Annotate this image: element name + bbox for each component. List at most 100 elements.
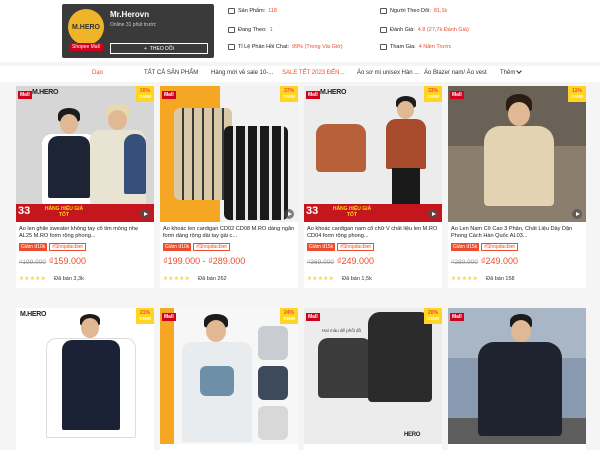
product-title[interactable]: Áo khoác cardigan nam cổ chữ V chất liệu… <box>307 226 439 240</box>
nav-more[interactable]: Thêm <box>500 68 523 76</box>
stat-response-rate: Tỉ Lệ Phản Hồi Chat: 99% (Trong Vài Giờ) <box>228 44 343 50</box>
play-video-icon[interactable] <box>572 209 582 219</box>
promo-banner: 33 HÀNG HIỆU GIÁ TỐT <box>16 204 154 222</box>
stat-products: Sản Phẩm: 118 <box>228 8 277 14</box>
product-image[interactable]: Mall 11% GIẢM <box>448 86 586 222</box>
sale-price: ₫249.000 <box>480 256 518 266</box>
shop-name[interactable]: Mr.Herovn <box>110 10 149 19</box>
play-video-icon[interactable] <box>284 209 294 219</box>
product-title[interactable]: Áo khoác len cardigan CD02 CD08 M.RO dán… <box>163 226 295 240</box>
model-figure <box>382 96 430 208</box>
store-icon <box>228 8 235 14</box>
product-card[interactable]: Mall M.HERO 20% GIẢM 33 HÀNG HIỆU GIÁ TỐT <box>16 86 154 288</box>
star-rating-icon: ★★★★★ <box>163 276 191 282</box>
star-rating-icon: ★★★★★ <box>307 276 335 282</box>
discount-badge: 24% GIẢM <box>280 308 298 324</box>
nav-shirts[interactable]: Áo sơ mi unisex Hàn ... <box>357 70 419 76</box>
cardigan-black <box>224 126 288 220</box>
discount-badge: 11% GIẢM <box>568 86 586 102</box>
nav-tet-sale[interactable]: SALE TẾT 2023 ĐẾN... <box>282 70 344 76</box>
nav-all-products[interactable]: TẤT CẢ SẢN PHẨM <box>144 70 198 76</box>
mall-badge: Mall <box>162 313 176 321</box>
chevron-down-icon <box>516 68 523 74</box>
cardigan-rust <box>316 124 366 172</box>
star-rating-icon: ★★★★★ <box>451 276 479 282</box>
product-tags: Giảm đ10k #Shopdacbiet <box>19 243 86 251</box>
shop-header: M.HERO Shopee Mall Mr.Herovn Online 31 p… <box>0 0 600 62</box>
discount-tag: Giảm đ10k <box>163 243 192 251</box>
product-rating: ★★★★★ Đã bán 3,3k <box>19 276 84 282</box>
star-icon <box>380 27 387 33</box>
play-video-icon[interactable] <box>428 209 438 219</box>
product-title[interactable]: Áo len ghile sweater không tay cổ tim mỏ… <box>19 226 151 240</box>
nav-home[interactable]: Dạo <box>92 70 103 76</box>
follow-label: THEO DÕI <box>149 45 175 52</box>
model-figure <box>46 314 136 444</box>
sold-count: Đã bán 158 <box>486 276 515 282</box>
sold-count: Đã bán 262 <box>198 276 227 282</box>
product-card[interactable]: M.HERO 21% GIẢM <box>16 308 154 450</box>
discount-badge: 33% GIẢM <box>424 86 442 102</box>
follow-button[interactable]: + THEO DÕI <box>110 43 208 54</box>
nav-new-sale[interactable]: Hàng mới về sale 10-... <box>211 70 273 76</box>
model-figure <box>88 104 148 208</box>
discount-badge: 37% GIẢM <box>280 86 298 102</box>
product-tags: Giảm đ10k #Shopdacbiet <box>163 243 230 251</box>
model-figure <box>478 314 562 444</box>
product-rating: ★★★★★ Đã bán 158 <box>451 276 515 282</box>
product-card[interactable]: Mall 37% GIẢM Áo khoác len cardigan CD02 … <box>160 86 298 288</box>
shop-tag: #Shopdacbiet <box>481 243 518 251</box>
chat-icon <box>228 44 235 50</box>
shop-logo[interactable]: M.HERO <box>68 9 104 45</box>
price-to: ₫289.000 <box>208 256 246 266</box>
product-price: ₫369.000 ₫249.000 <box>307 256 374 266</box>
product-image[interactable]: Mall M.HERO 20% GIẢM 33 HÀNG HIỆU GIÁ TỐT <box>16 86 154 222</box>
model-figure <box>478 94 558 222</box>
play-video-icon[interactable] <box>140 209 150 219</box>
sale-price: ₫249.000 <box>336 256 374 266</box>
product-title[interactable]: Áo Len Nam Cổ Cao 3 Phân, Chất Liệu Dày … <box>451 226 583 240</box>
original-price: ₫199.000 <box>19 259 46 266</box>
shop-mall-badge: Shopee Mall <box>69 43 103 51</box>
product-image[interactable]: Mall <box>448 308 586 444</box>
discount-badge: 20% GIẢM <box>136 86 154 102</box>
discount-tag: Giảm đ15k <box>307 243 336 251</box>
plus-icon: + <box>143 45 147 52</box>
product-card[interactable]: Mall <box>448 308 586 450</box>
shop-tag: #Shopdacbiet <box>193 243 230 251</box>
product-card[interactable]: Mall 20% GIẢM Hai màu để phối đồ HERO <box>304 308 442 450</box>
followers-icon <box>380 8 387 14</box>
stat-following: Đang Theo: 1 <box>228 27 273 33</box>
product-card[interactable]: Mall M.HERO 33% GIẢM 33 HÀNG HIỆU GIÁ TỐT… <box>304 86 442 288</box>
mall-badge: Mall <box>450 313 464 321</box>
star-rating-icon: ★★★★★ <box>19 276 47 282</box>
product-image[interactable]: Mall 24% GIẢM <box>160 308 298 444</box>
original-price: ₫280.000 <box>451 259 478 266</box>
mall-badge: Mall <box>18 91 32 99</box>
product-image[interactable]: Mall M.HERO 33% GIẢM 33 HÀNG HIỆU GIÁ TỐT <box>304 86 442 222</box>
stat-rating: Đánh Giá: 4.8 (27,7k Đánh Giá) <box>380 27 469 33</box>
discount-badge: 20% GIẢM <box>424 308 442 324</box>
product-image[interactable]: Mall 20% GIẢM Hai màu để phối đồ HERO <box>304 308 442 444</box>
product-tags: Giảm đ15k #Shopdacbiet <box>307 243 374 251</box>
product-rating: ★★★★★ Đã bán 1,5k <box>307 276 372 282</box>
mall-badge: Mall <box>450 91 464 99</box>
promo-banner: 33 HÀNG HIỆU GIÁ TỐT <box>304 204 442 222</box>
stat-joined: Tham Gia: 4 Năm Trước <box>380 44 451 50</box>
product-card[interactable]: Mall 24% GIẢM <box>160 308 298 450</box>
shop-tag: #Shopdacbiet <box>49 243 86 251</box>
shop-online-status: Online 31 phút trước <box>110 22 157 28</box>
sale-price: ₫159.000 <box>48 256 86 266</box>
product-image[interactable]: M.HERO 21% GIẢM <box>16 308 154 444</box>
product-card[interactable]: Mall 11% GIẢM Áo Len Nam Cổ Cao 3 Phân, C… <box>448 86 586 288</box>
stat-followers: Người Theo Dõi: 81,1k <box>380 8 447 14</box>
sold-count: Đã bán 1,5k <box>342 276 372 282</box>
image-caption: Hai màu để phối đồ <box>322 328 362 333</box>
product-price: ₫280.000 ₫249.000 <box>451 256 518 266</box>
discount-tag: Giảm đ15k <box>451 243 480 251</box>
shop-card[interactable]: M.HERO Shopee Mall Mr.Herovn Online 31 p… <box>62 4 214 58</box>
product-image[interactable]: Mall 37% GIẢM <box>160 86 298 222</box>
brand-logo: M.HERO <box>20 311 47 318</box>
price-from: ₫199.000 <box>163 256 201 266</box>
nav-blazers[interactable]: Áo Blazer nam/ Áo vest <box>424 70 487 76</box>
